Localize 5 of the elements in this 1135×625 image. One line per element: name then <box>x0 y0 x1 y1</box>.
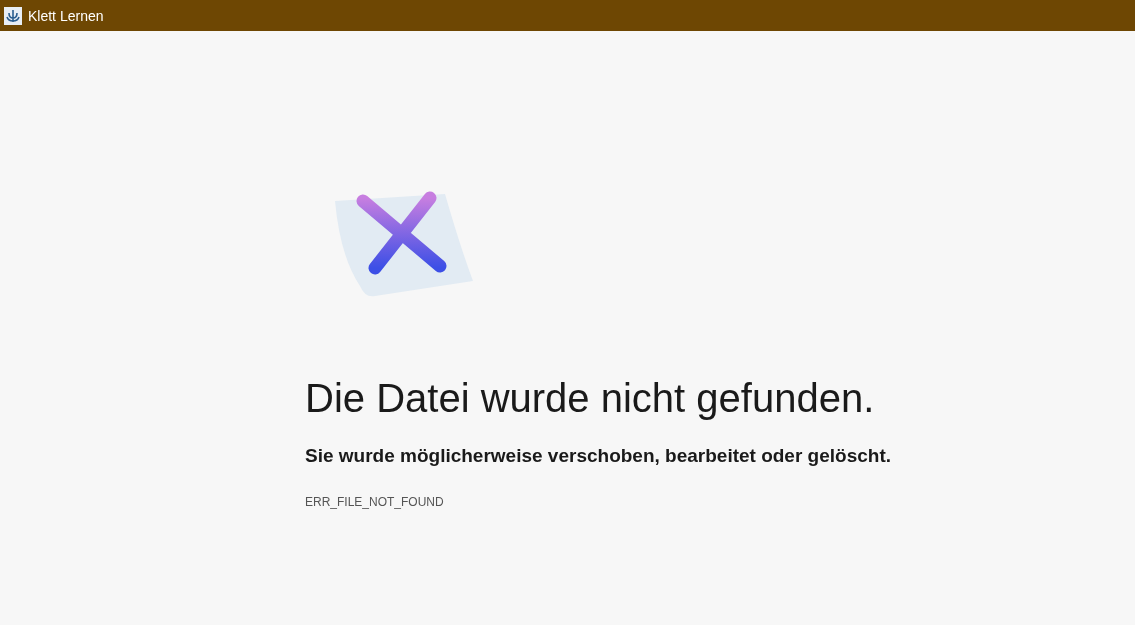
error-message: Sie wurde möglicherweise verschoben, bearbeitet oder gelöscht. <box>305 445 891 467</box>
window-title: Klett Lernen <box>28 7 104 24</box>
error-code: ERR_FILE_NOT_FOUND <box>305 495 444 509</box>
app-logo-icon <box>4 6 22 25</box>
error-heading: Die Datei wurde nicht gefunden. <box>305 376 875 421</box>
